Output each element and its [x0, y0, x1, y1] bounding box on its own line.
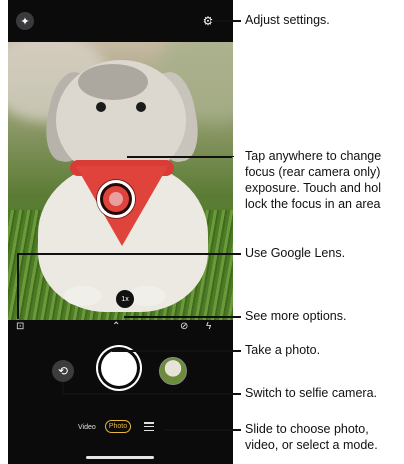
- menu-icon[interactable]: [144, 422, 154, 431]
- dog-patch: [78, 64, 148, 100]
- timer-off-icon[interactable]: ⊘: [180, 322, 188, 332]
- mode-photo[interactable]: Photo: [105, 420, 131, 433]
- home-indicator: [86, 456, 154, 459]
- callout-line: [17, 253, 241, 255]
- callout-more: See more options.: [245, 309, 347, 323]
- shutter-button[interactable]: [101, 350, 137, 386]
- callout-mode-line-2: video, or select a mode.: [245, 438, 378, 452]
- dog-eye: [136, 102, 146, 112]
- callout-line: [62, 393, 241, 395]
- zoom-button[interactable]: 1x: [116, 290, 134, 308]
- callout-focus-line-2: focus (rear camera only): [245, 165, 381, 179]
- dog-eye: [96, 102, 106, 112]
- callout-lens: Use Google Lens.: [245, 246, 346, 260]
- callout-mode-line-1: Slide to choose photo,: [245, 422, 369, 436]
- last-photo-thumbnail[interactable]: [159, 357, 187, 385]
- callout-line: [112, 350, 241, 352]
- callout-line: [165, 429, 241, 431]
- chevron-up-icon[interactable]: ⌃: [112, 322, 120, 332]
- dog-nose: [109, 192, 123, 206]
- callout-focus-line-3: exposure. Touch and hol: [245, 181, 381, 195]
- callout-line: [127, 156, 232, 158]
- callout-line: [17, 253, 19, 319]
- callout-focus-line-1: Tap anywhere to change: [245, 149, 382, 163]
- callout-line: [232, 156, 234, 157]
- viewfinder[interactable]: [8, 42, 233, 320]
- switch-camera-icon: ⟲: [57, 364, 69, 378]
- sparkle-icon[interactable]: ✦: [16, 12, 34, 30]
- callout-settings: Adjust settings.: [245, 13, 330, 27]
- callout-line: [211, 20, 241, 22]
- callout-photo: Take a photo.: [245, 343, 321, 357]
- focus-ring[interactable]: [97, 180, 135, 218]
- flash-off-icon[interactable]: ϟ: [206, 322, 211, 332]
- callout-line: [124, 316, 241, 318]
- dog-paw: [64, 286, 102, 306]
- google-lens-icon[interactable]: ⊡: [16, 322, 24, 332]
- switch-camera-button[interactable]: ⟲: [52, 360, 74, 382]
- mode-video[interactable]: Video: [78, 424, 96, 431]
- callout-selfie: Switch to selfie camera.: [245, 386, 377, 400]
- callout-focus-line-4: lock the focus in an area: [245, 197, 381, 211]
